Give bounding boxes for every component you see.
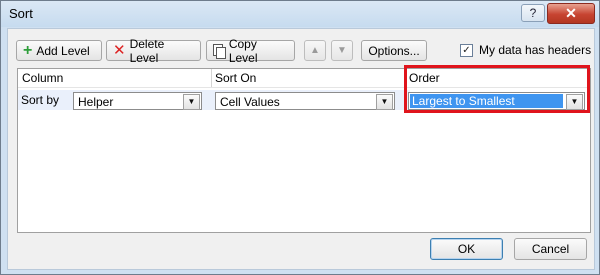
close-button[interactable]: ✕	[547, 3, 595, 24]
copy-level-label: Copy Level	[228, 36, 258, 65]
delete-level-button[interactable]: ✕ Delete Level	[106, 37, 201, 65]
sort-by-label: Sort by	[21, 93, 60, 107]
chevron-down-icon[interactable]: ▼	[183, 94, 200, 110]
dialog-title: Sort	[9, 6, 33, 21]
sort-on-header: Sort On	[215, 71, 257, 85]
cancel-button[interactable]: Cancel	[514, 238, 587, 260]
help-button[interactable]: ?	[521, 4, 545, 22]
move-down-button[interactable]: ▼	[331, 40, 353, 61]
headers-checkbox-row[interactable]: ✓ My data has headers	[460, 43, 591, 57]
delete-x-icon: ✕	[113, 41, 126, 59]
order-highlight-annotation	[404, 65, 590, 113]
title-bar: Sort ? ✕	[1, 1, 599, 27]
move-up-button[interactable]: ▲	[304, 40, 326, 61]
headers-checkbox[interactable]: ✓	[460, 43, 473, 57]
add-level-label: Add Level	[36, 43, 90, 58]
headers-checkbox-label: My data has headers	[479, 43, 592, 57]
chevron-down-icon[interactable]: ▼	[376, 94, 393, 110]
column-select-value: Helper	[78, 95, 114, 109]
dialog-body: + Add Level ✕ Delete Level Copy Level ▲ …	[7, 28, 595, 270]
options-button[interactable]: Options...	[361, 40, 427, 61]
column-divider	[211, 69, 212, 87]
column-header: Column	[22, 71, 64, 85]
copy-icon	[213, 43, 226, 59]
ok-button[interactable]: OK	[430, 238, 503, 260]
sort-on-select[interactable]: Cell Values ▼	[215, 92, 395, 110]
options-label: Options...	[368, 43, 420, 58]
plus-icon: +	[23, 41, 33, 59]
delete-level-label: Delete Level	[129, 36, 165, 65]
column-select[interactable]: Helper ▼	[73, 92, 202, 110]
sort-dialog: Sort ? ✕ + Add Level ✕ Delete Level Copy…	[0, 0, 600, 275]
copy-level-button[interactable]: Copy Level	[206, 37, 295, 65]
add-level-button[interactable]: + Add Level	[16, 40, 102, 61]
sort-on-select-value: Cell Values	[220, 95, 280, 109]
